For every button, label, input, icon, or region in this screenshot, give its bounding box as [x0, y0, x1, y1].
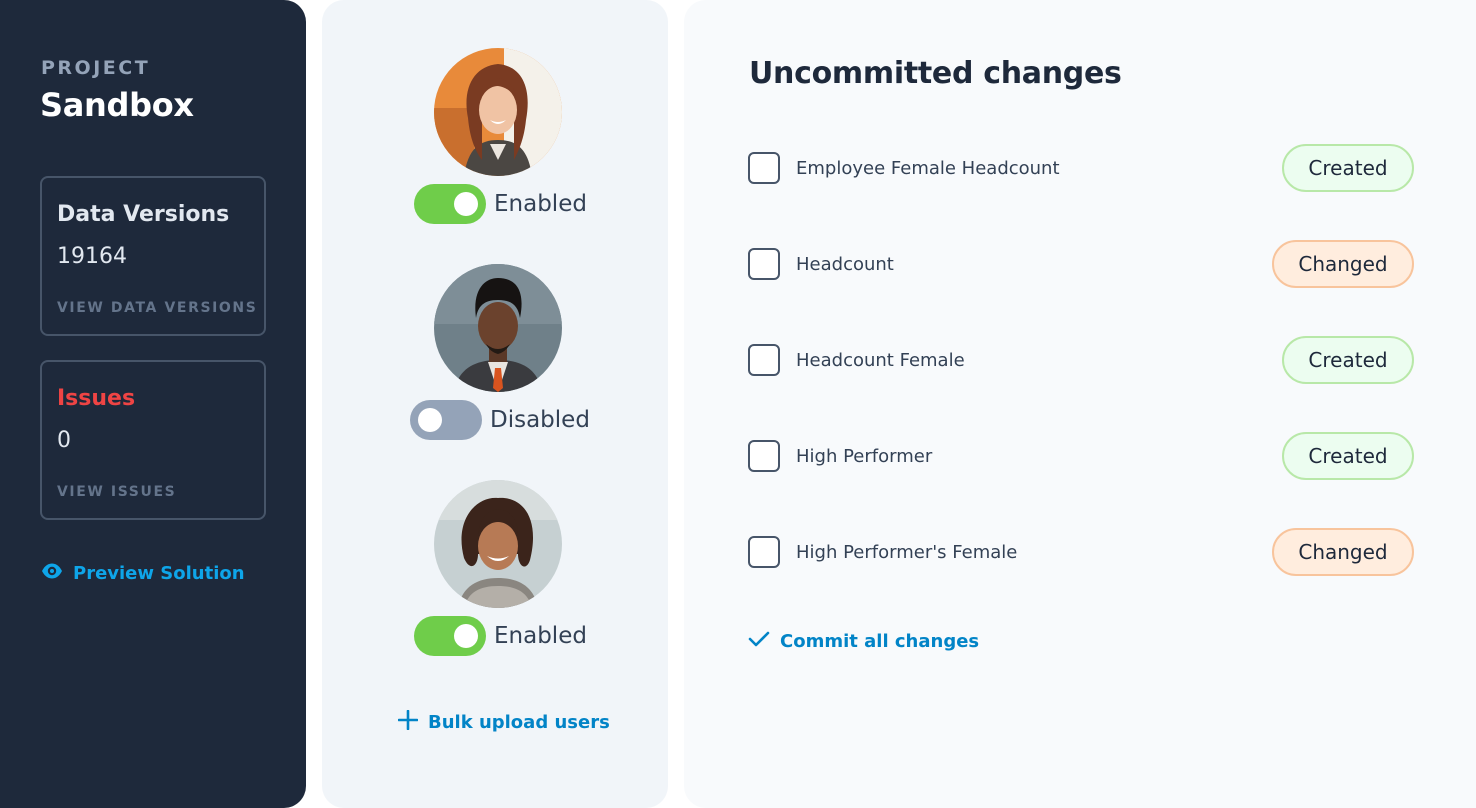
data-versions-title: Data Versions: [57, 202, 230, 227]
change-row: Headcount Changed: [748, 240, 1414, 288]
commit-all-changes-label: Commit all changes: [780, 630, 980, 652]
user-status-row: Disabled: [410, 400, 590, 440]
preview-solution-label: Preview Solution: [73, 562, 245, 584]
user-avatar: [434, 48, 562, 176]
change-label: Employee Female Headcount: [796, 157, 1060, 179]
user-status-toggle[interactable]: [414, 184, 486, 224]
change-label: Headcount: [796, 253, 894, 275]
change-label: High Performer's Female: [796, 541, 1018, 563]
project-kicker: PROJECT: [41, 57, 151, 79]
change-checkbox[interactable]: [748, 344, 780, 376]
issues-title: Issues: [57, 386, 136, 411]
toggle-knob: [454, 624, 478, 648]
change-label: High Performer: [796, 445, 933, 467]
checkmark-icon: [748, 630, 770, 652]
status-badge-created: Created: [1282, 336, 1414, 384]
plus-icon: [397, 709, 419, 734]
data-versions-card: Data Versions 19164 VIEW DATA VERSIONS: [40, 176, 266, 336]
change-label: Headcount Female: [796, 349, 965, 371]
change-checkbox[interactable]: [748, 440, 780, 472]
issues-count: 0: [57, 428, 71, 453]
bulk-upload-users-button[interactable]: Bulk upload users: [397, 709, 610, 734]
toggle-knob: [418, 408, 442, 432]
user-status-toggle[interactable]: [414, 616, 486, 656]
changes-title: Uncommitted changes: [749, 56, 1122, 91]
change-row: High Performer Created: [748, 432, 1414, 480]
user-status-label: Enabled: [494, 191, 587, 217]
user-avatar: [434, 264, 562, 392]
change-row: Employee Female Headcount Created: [748, 144, 1414, 192]
change-checkbox[interactable]: [748, 248, 780, 280]
users-panel: Enabled Disabled Enabled Bulk upload use…: [322, 0, 668, 808]
toggle-knob: [454, 192, 478, 216]
view-issues-link[interactable]: VIEW ISSUES: [57, 484, 176, 500]
data-versions-count: 19164: [57, 244, 127, 269]
user-status-row: Enabled: [414, 616, 587, 656]
uncommitted-changes-panel: Uncommitted changes Employee Female Head…: [684, 0, 1476, 808]
preview-solution-link[interactable]: Preview Solution: [41, 560, 245, 586]
user-avatar: [434, 480, 562, 608]
user-status-toggle[interactable]: [410, 400, 482, 440]
change-checkbox[interactable]: [748, 152, 780, 184]
change-row: High Performer's Female Changed: [748, 528, 1414, 576]
user-status-label: Disabled: [490, 407, 590, 433]
change-checkbox[interactable]: [748, 536, 780, 568]
status-badge-changed: Changed: [1272, 240, 1414, 288]
eye-icon: [41, 560, 63, 586]
status-badge-created: Created: [1282, 144, 1414, 192]
status-badge-changed: Changed: [1272, 528, 1414, 576]
project-name: Sandbox: [40, 86, 194, 124]
project-sidebar: PROJECT Sandbox Data Versions 19164 VIEW…: [0, 0, 306, 808]
change-row: Headcount Female Created: [748, 336, 1414, 384]
issues-card: Issues 0 VIEW ISSUES: [40, 360, 266, 520]
user-status-row: Enabled: [414, 184, 587, 224]
commit-all-changes-button[interactable]: Commit all changes: [748, 630, 979, 652]
bulk-upload-label: Bulk upload users: [428, 711, 610, 733]
status-badge-created: Created: [1282, 432, 1414, 480]
user-status-label: Enabled: [494, 623, 587, 649]
view-data-versions-link[interactable]: VIEW DATA VERSIONS: [57, 300, 257, 316]
